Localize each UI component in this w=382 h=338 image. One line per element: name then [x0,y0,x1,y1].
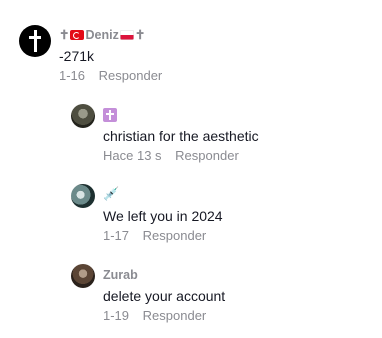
comment-author[interactable]: ✝ Deniz ✝ [59,28,145,43]
comment-meta: 1-17 Responder [103,228,206,244]
poland-flag-icon [119,30,134,40]
syringe-icon: 💉 [103,186,120,201]
avatar[interactable] [71,264,95,288]
comment-time: 1-16 [59,68,86,83]
comment-text: -271k [59,48,95,64]
comment-author[interactable]: Zurab [103,268,138,283]
comment-text: We left you in 2024 [103,208,223,224]
comment-text: christian for the aesthetic [103,128,259,144]
cross-suffix: ✝ [134,28,146,42]
comment-author[interactable]: 💉 [103,186,119,202]
cross-icon [29,30,41,52]
comment-text: delete your account [103,288,226,304]
reply-button[interactable]: Responder [143,228,207,243]
avatar[interactable] [71,104,95,128]
comment-meta: 1-16 Responder [59,68,162,84]
comment-time: Hace 13 s [103,148,162,163]
reply-button[interactable]: Responder [175,148,239,163]
comment-time: 1-19 [103,308,130,323]
avatar[interactable] [71,184,95,208]
reply-button[interactable]: Responder [143,308,207,323]
reply-button[interactable]: Responder [99,68,163,83]
comment-author[interactable] [103,108,117,124]
author-name: Deniz [85,28,119,42]
comment-meta: Hace 13 s Responder [103,148,239,164]
avatar[interactable] [19,25,51,57]
cross-prefix: ✝ [59,28,70,42]
comment-time: 1-17 [103,228,130,243]
cross-box-icon [103,108,117,122]
turkey-flag-icon [70,30,85,40]
comment-meta: 1-19 Responder [103,308,206,324]
